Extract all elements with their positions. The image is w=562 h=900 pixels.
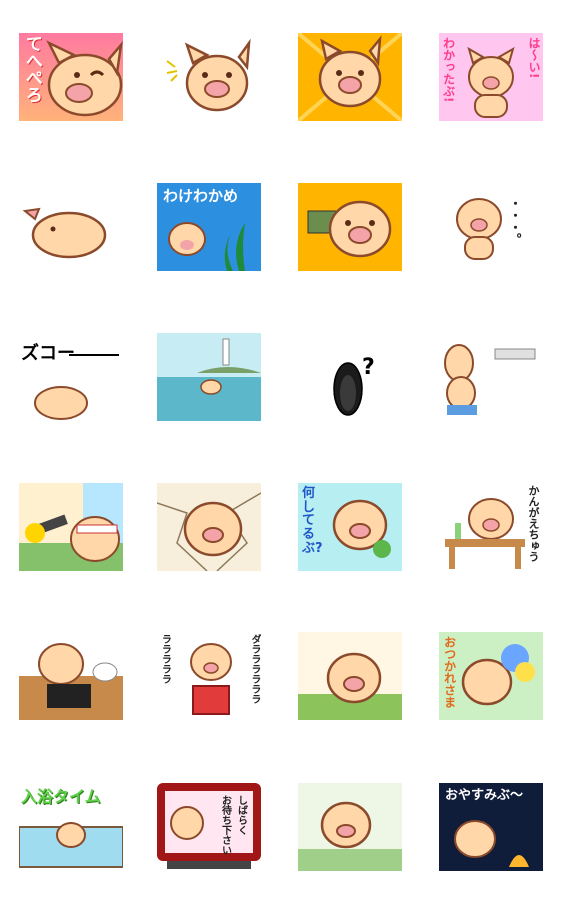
sticker-money-pig[interactable] [298, 33, 402, 121]
sticker-abacus-pig[interactable] [19, 632, 123, 720]
sticker-what-doing[interactable]: 何してるぶ? [298, 483, 402, 571]
sticker-sea-pig[interactable] [157, 333, 261, 421]
sticker-zukoo-text: ズコー [21, 343, 75, 364]
sticker-question-pig-art [333, 362, 363, 416]
sticker-mirror-pig-art [298, 783, 402, 871]
sticker-thinking-text: かんがえちゅう [527, 485, 540, 562]
sticker-skiing-pig[interactable] [439, 333, 543, 421]
sticker-drum-pig-art [190, 643, 232, 715]
sticker-sea-pig-art [157, 333, 261, 421]
sticker-dots-pig-art [456, 198, 502, 260]
sticker-thinking-pig[interactable] [157, 33, 261, 121]
sticker-thinking-desk[interactable]: かんがえちゅう [439, 483, 543, 571]
sticker-haai-wakatta[interactable]: は〜い! わかったぶ! [439, 33, 543, 121]
sticker-lying-pig-art [22, 207, 107, 259]
sticker-cracked-pig-art [157, 483, 261, 571]
sticker-tv-text-b: お待ち下さい [219, 795, 231, 855]
sticker-wakewakame-text: わけわかめ [163, 187, 239, 205]
sticker-drum-text-right: ダララララララ [249, 634, 260, 704]
sticker-question-pig[interactable]: ? [298, 333, 402, 421]
sticker-skiing-pig-art [444, 344, 536, 415]
sticker-bath-text: 入浴タイム [21, 787, 101, 806]
sticker-what-doing-text: 何してるぶ? [302, 486, 323, 556]
sticker-lying-pig[interactable] [19, 183, 123, 271]
sticker-hammer-pig[interactable] [19, 483, 123, 571]
sticker-hammer-pig-art [19, 483, 123, 571]
sticker-garden-pig[interactable] [298, 632, 402, 720]
sticker-tv-wait[interactable]: しばらく お待ち下さい [157, 783, 261, 871]
sticker-otsukare-text: おつかれさま [442, 636, 457, 708]
sticker-haai-text: は〜い! [527, 37, 541, 79]
sticker-money-pig-art [298, 33, 402, 121]
sticker-tehepero-text: てへぺろ [21, 35, 42, 103]
sticker-drum-text-left: ラララララ [159, 634, 171, 684]
sticker-otsukare[interactable]: おつかれさま [439, 632, 543, 720]
sticker-dots-text: ・・・。 [508, 197, 522, 245]
sticker-yen-pig[interactable] [298, 183, 402, 271]
sticker-wakatta-text: わかったぶ! [441, 37, 456, 103]
sticker-garden-pig-art [298, 632, 402, 720]
sticker-tehepero[interactable]: てへぺろ [19, 33, 123, 121]
sticker-bath-time[interactable]: 入浴タイム [19, 783, 123, 871]
sticker-zukoo[interactable]: ズコー [19, 333, 123, 421]
sticker-question-text: ? [362, 355, 375, 380]
sticker-grid: てへぺろ は〜い! わかったぶ! わけわかめ ・・・。 ズコー ? 何してるぶ?… [0, 0, 562, 900]
sticker-abacus-pig-art [19, 643, 123, 720]
sticker-dots-pig[interactable]: ・・・。 [439, 183, 543, 271]
sticker-drum-pig[interactable]: ラララララ ダララララララ [157, 632, 261, 720]
sticker-good-night[interactable]: おやすみぶ〜 [439, 783, 543, 871]
sticker-yen-pig-art [298, 183, 402, 271]
sticker-wakewakame[interactable]: わけわかめ [157, 183, 261, 271]
sticker-good-night-text: おやすみぶ〜 [445, 788, 524, 803]
sticker-mirror-pig[interactable] [298, 783, 402, 871]
sticker-thinking-pig-art [166, 38, 251, 112]
sticker-tv-text-a: しばらく [235, 795, 247, 835]
sticker-cracked-pig[interactable] [157, 483, 261, 571]
